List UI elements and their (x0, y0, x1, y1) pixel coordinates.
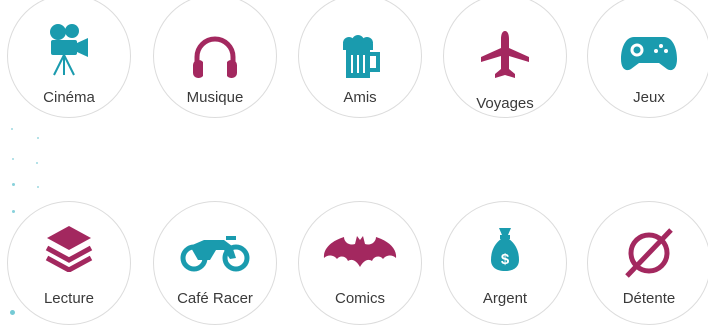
interest-label: Café Racer (177, 290, 253, 307)
interest-label: Argent (482, 290, 528, 307)
interest-label: Cinéma (43, 89, 95, 106)
interest-detente[interactable]: Détente (587, 201, 708, 325)
stacked-layers-icon (44, 224, 94, 272)
bat-symbol-icon (320, 234, 400, 268)
interest-comics[interactable]: Comics (298, 201, 422, 325)
interest-lecture[interactable]: Lecture (7, 201, 131, 325)
beer-mug-icon (338, 35, 382, 79)
money-bag-icon: $ (490, 226, 520, 272)
interest-cafe-racer[interactable]: Café Racer (153, 201, 277, 325)
interest-cinema[interactable]: Cinéma (7, 0, 131, 118)
interest-label: Amis (343, 89, 377, 106)
empty-set-icon (621, 228, 677, 278)
svg-text:$: $ (501, 251, 510, 268)
interest-label: Lecture (43, 290, 95, 307)
movie-camera-icon (46, 23, 92, 77)
motorcycle-icon (180, 232, 250, 272)
interest-label: Détente (622, 290, 676, 307)
headphones-icon (190, 33, 240, 79)
interest-label: Voyages (476, 95, 534, 112)
interest-musique[interactable]: Musique (153, 0, 277, 118)
interest-jeux[interactable]: Jeux (587, 0, 708, 118)
interest-label: Comics (334, 290, 385, 307)
airplane-icon (479, 29, 531, 81)
interest-argent[interactable]: $ Argent (443, 201, 567, 325)
interest-voyages[interactable]: Voyages (443, 0, 567, 118)
gamepad-icon (620, 33, 678, 73)
interest-label: Jeux (633, 89, 665, 106)
interest-amis[interactable]: Amis (298, 0, 422, 118)
interest-label: Musique (186, 89, 244, 106)
